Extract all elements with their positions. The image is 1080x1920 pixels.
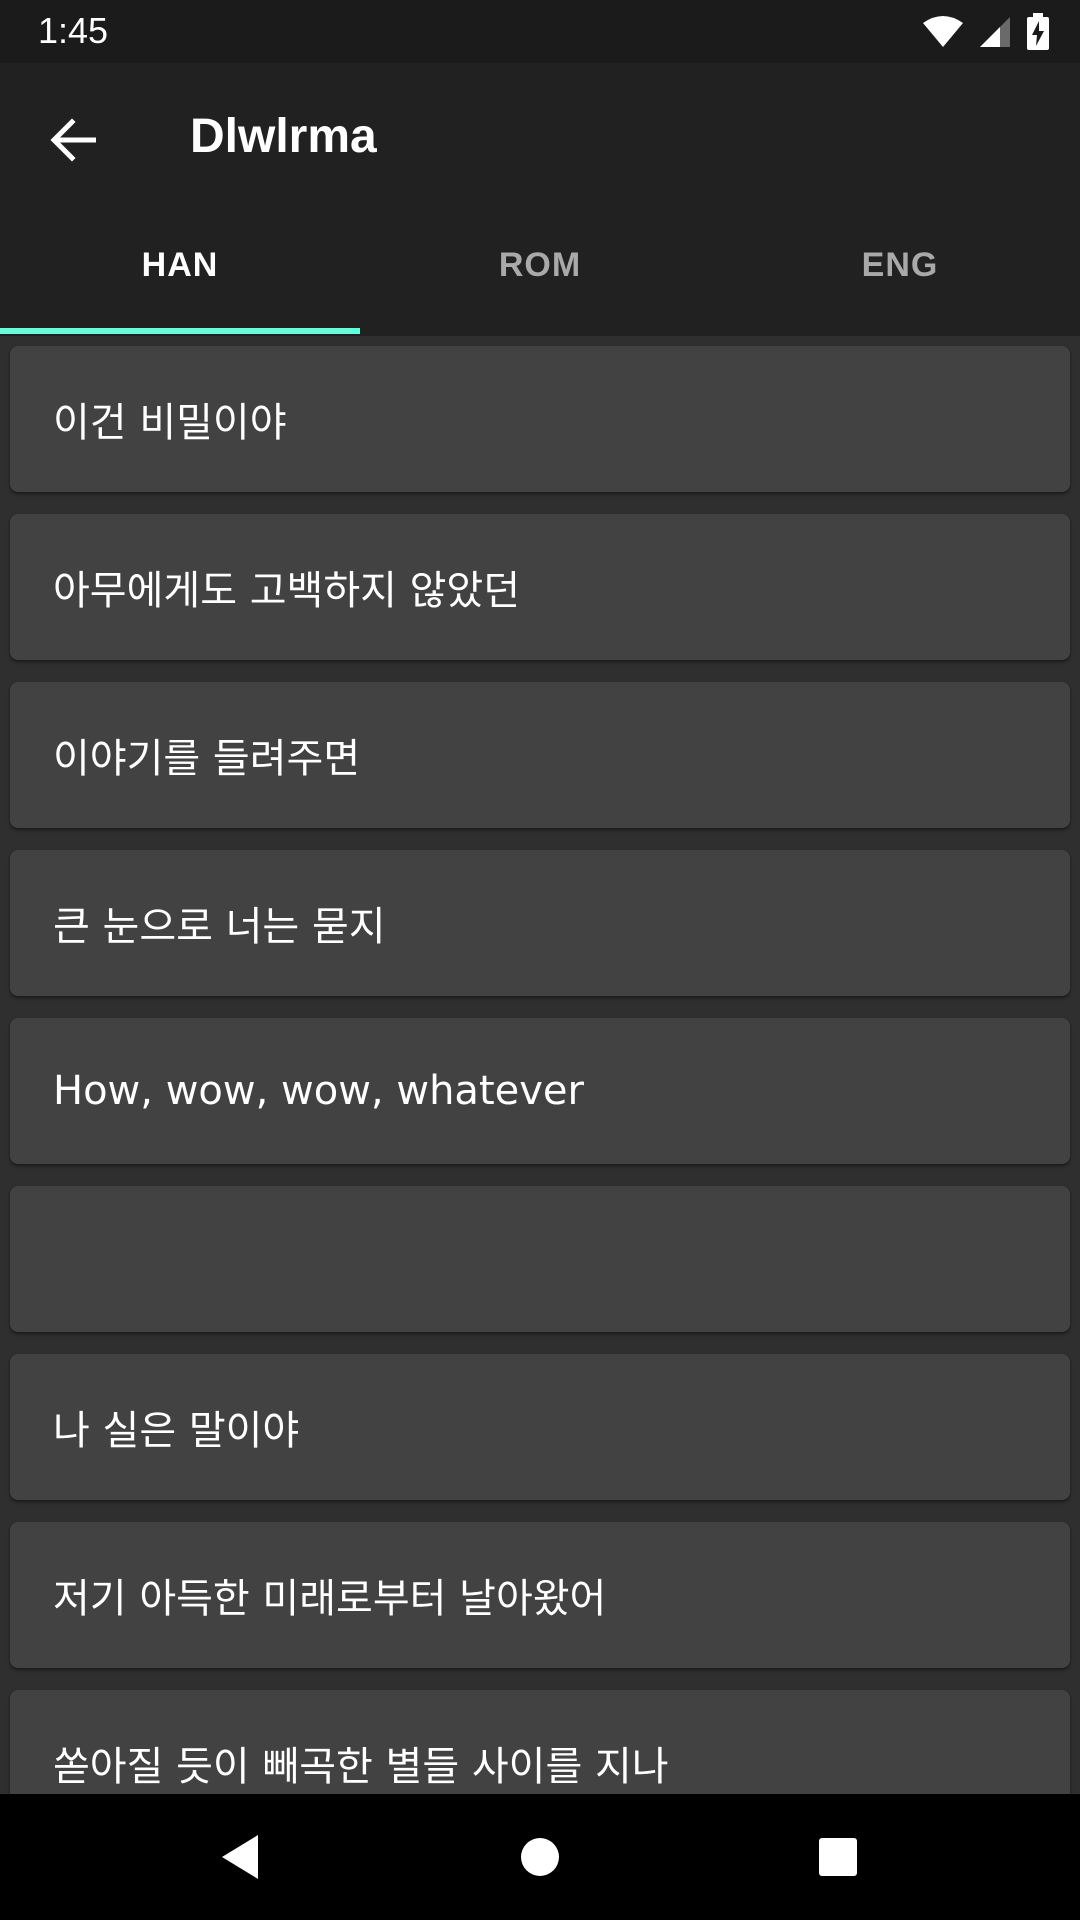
lyric-line: 이건 비밀이야 xyxy=(53,400,287,446)
back-triangle-icon xyxy=(222,1835,258,1879)
status-time: 1:45 xyxy=(38,10,109,51)
lyric-card[interactable]: 이건 비밀이야 xyxy=(10,346,1070,492)
lyric-card[interactable]: 쏟아질 듯이 빼곡한 별들 사이를 지나 xyxy=(10,1690,1070,1794)
back-button[interactable] xyxy=(36,103,110,177)
lyric-line: 큰 눈으로 너는 묻지 xyxy=(53,904,386,950)
lyric-card[interactable]: 큰 눈으로 너는 묻지 xyxy=(10,850,1070,996)
lyric-line: 쏟아질 듯이 빼곡한 별들 사이를 지나 xyxy=(53,1744,669,1790)
nav-back-button[interactable] xyxy=(170,1794,310,1920)
tab-han[interactable]: HAN xyxy=(0,208,360,336)
system-nav-bar xyxy=(0,1794,1080,1920)
lyric-card[interactable] xyxy=(10,1186,1070,1332)
status-bar: 1:45 xyxy=(0,0,1080,63)
lyric-line: 이야기를 들려주면 xyxy=(53,736,361,782)
wifi-icon xyxy=(923,16,963,47)
nav-recents-button[interactable] xyxy=(768,1794,908,1920)
home-circle-icon xyxy=(521,1838,559,1876)
signal-icon xyxy=(980,17,1010,47)
tab-rom[interactable]: ROM xyxy=(360,208,720,336)
page-title: Dlwlrma xyxy=(190,110,377,163)
arrow-back-icon xyxy=(50,118,96,162)
tab-bar: HAN ROM ENG xyxy=(0,208,1080,336)
status-icons xyxy=(922,12,1050,52)
lyric-card[interactable]: 아무에게도 고백하지 않았던 xyxy=(10,514,1070,660)
lyric-line: 나 실은 말이야 xyxy=(53,1408,300,1454)
tab-eng[interactable]: ENG xyxy=(720,208,1080,336)
recents-square-icon xyxy=(819,1838,857,1876)
lyrics-list[interactable]: 이건 비밀이야 아무에게도 고백하지 않았던 이야기를 들려주면 큰 눈으로 너… xyxy=(0,338,1080,1794)
lyric-card[interactable]: 나 실은 말이야 xyxy=(10,1354,1070,1500)
battery-charging-icon xyxy=(1027,13,1049,50)
nav-home-button[interactable] xyxy=(470,1794,610,1920)
lyric-line: 저기 아득한 미래로부터 날아왔어 xyxy=(53,1576,607,1622)
lyric-line: 아무에게도 고백하지 않았던 xyxy=(53,568,521,614)
lyric-line: How, wow, wow, whatever xyxy=(53,1068,584,1114)
lyric-card[interactable]: 저기 아득한 미래로부터 날아왔어 xyxy=(10,1522,1070,1668)
lyric-card[interactable]: How, wow, wow, whatever xyxy=(10,1018,1070,1164)
lyric-card[interactable]: 이야기를 들려주면 xyxy=(10,682,1070,828)
